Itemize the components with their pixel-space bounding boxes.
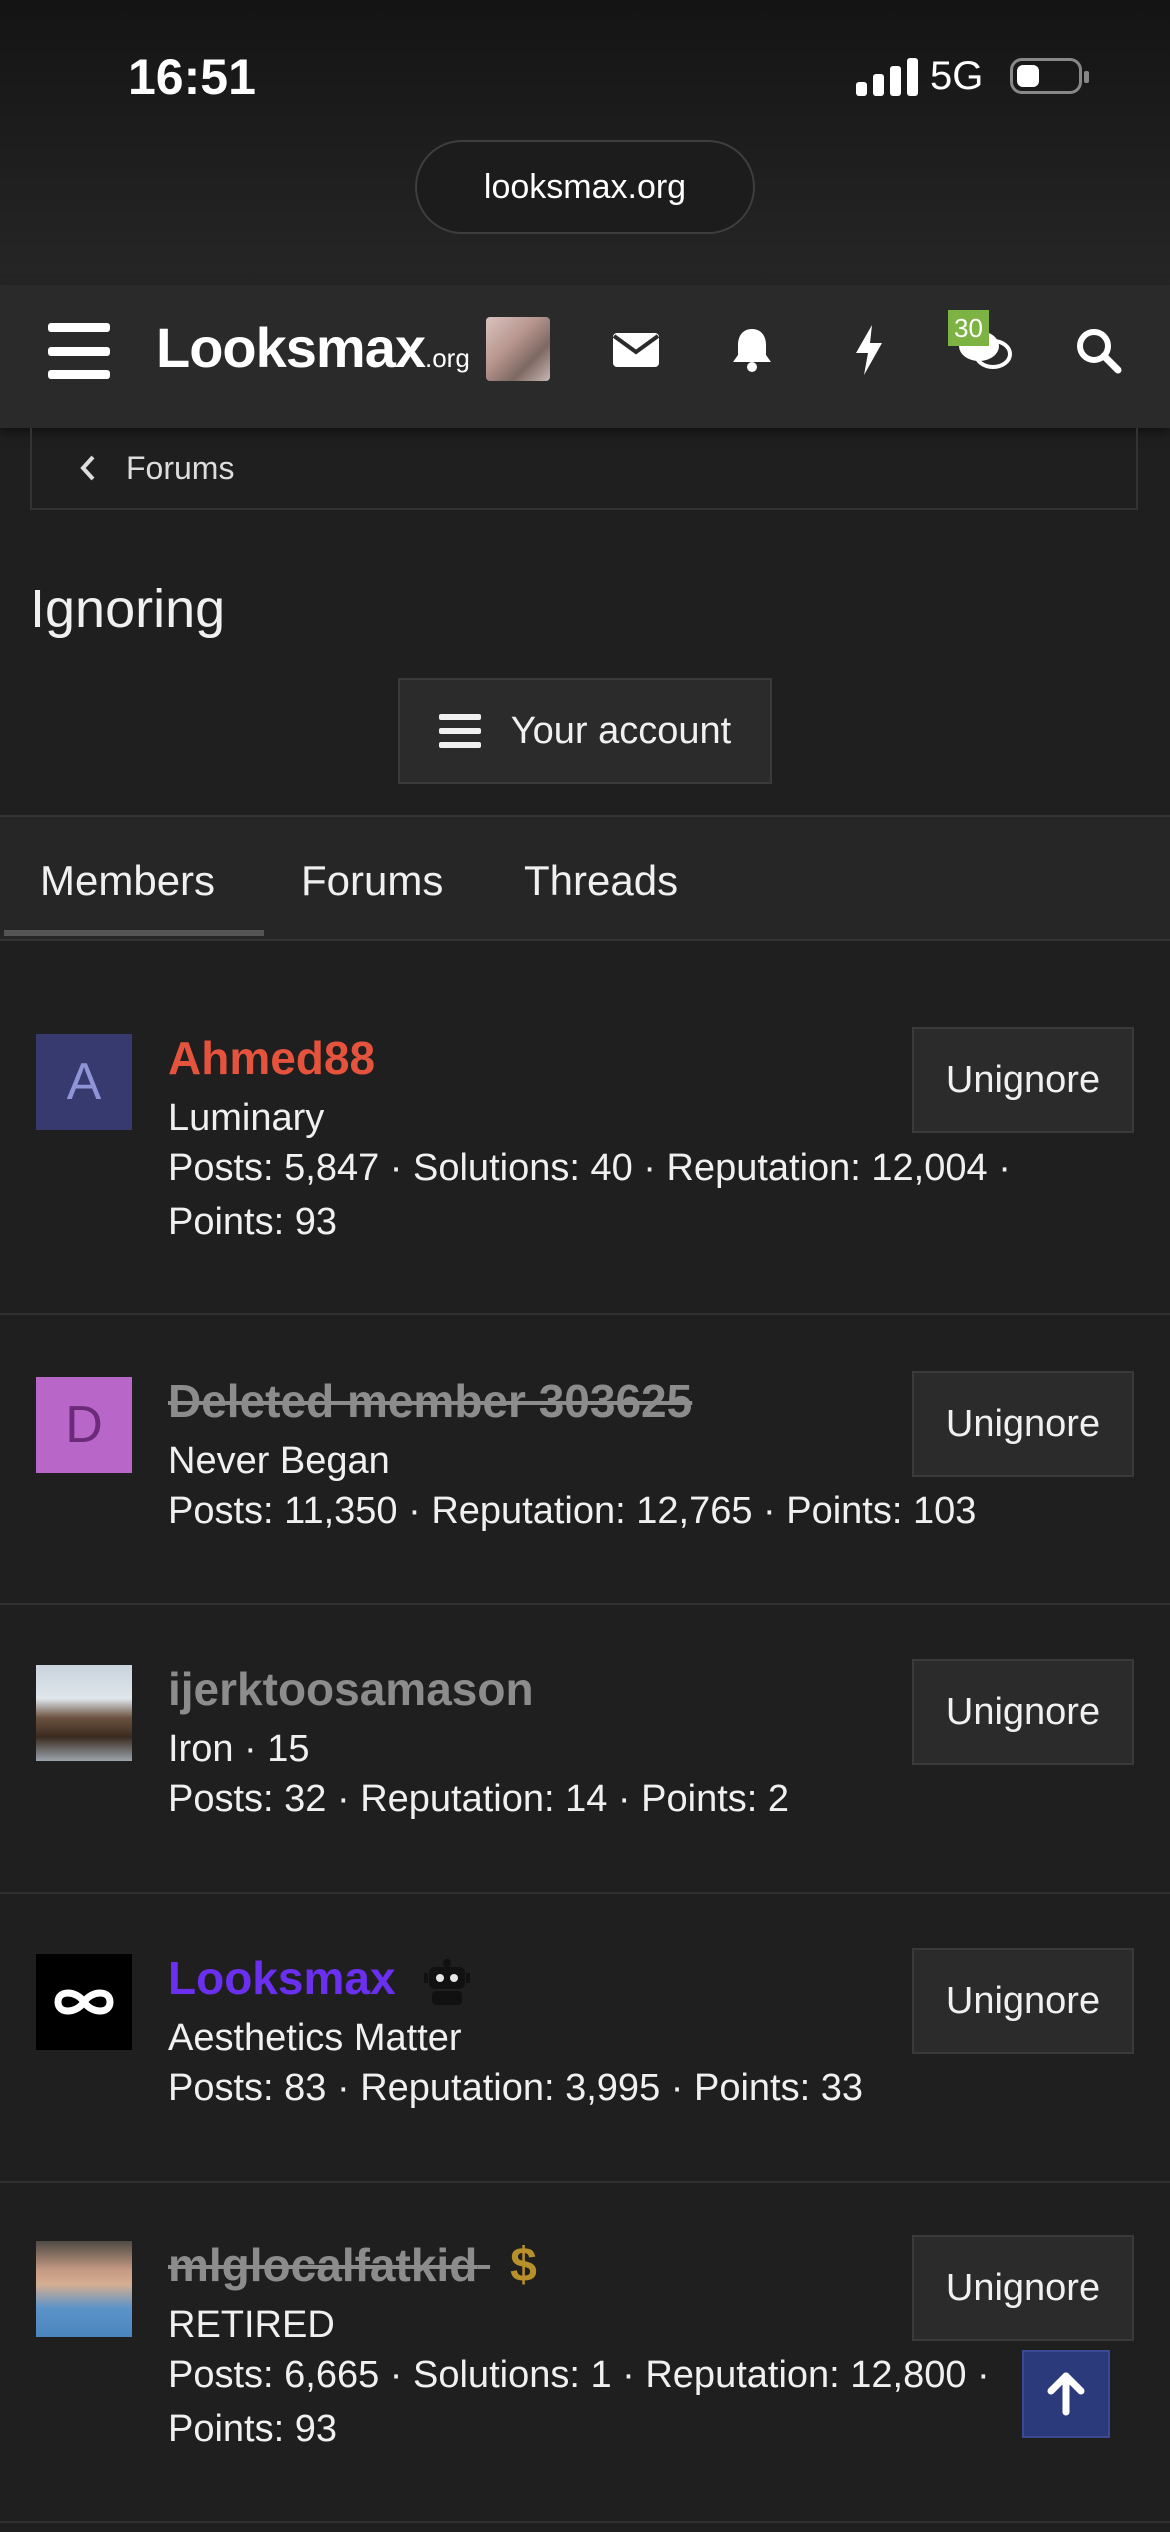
unignore-button[interactable]: Unignore (912, 1027, 1134, 1133)
list-item: A Ahmed88 Luminary Posts: 5,847 · Soluti… (0, 941, 1170, 1315)
network-label: 5G (930, 54, 984, 98)
robot-icon (424, 1958, 471, 2005)
mail-icon[interactable] (601, 315, 671, 385)
url-bar[interactable]: looksmax.org (415, 140, 755, 234)
list-item: ijerktoosamason Iron · 15 Posts: 32 · Re… (0, 1605, 1170, 1894)
username-text: mlglocalfatkid (168, 2239, 478, 2291)
user-title: RETIRED (168, 2304, 335, 2346)
dollar-icon: $ (510, 2239, 537, 2292)
user-stats: Posts: 32 · Reputation: 14 · Points: 2 (168, 1772, 1068, 1826)
user-title: Iron · 15 (168, 1728, 310, 1770)
stats-line: Posts: 5,847 · Solutions: 40 · Reputatio… (168, 1147, 1011, 1189)
bolt-icon[interactable] (834, 315, 904, 385)
avatar[interactable] (36, 1665, 132, 1761)
unignore-button[interactable]: Unignore (912, 1948, 1134, 2054)
username[interactable]: Deleted member 303625 (168, 1374, 692, 1428)
infinity-logo-icon (54, 1989, 114, 2015)
stats-line: Posts: 6,665 · Solutions: 1 · Reputation… (168, 2354, 990, 2396)
your-account-button[interactable]: Your account (398, 678, 772, 784)
user-stats: Posts: 11,350 · Reputation: 12,765 · Poi… (168, 1484, 1068, 1538)
menu-icon[interactable] (48, 323, 110, 379)
avatar[interactable]: A (36, 1034, 132, 1130)
username[interactable]: Looksmax (168, 1951, 472, 2005)
username[interactable]: Ahmed88 (168, 1031, 375, 1085)
active-tab-indicator (4, 930, 264, 936)
signal-icon (856, 58, 918, 96)
user-stats: Posts: 83 · Reputation: 3,995 · Points: … (168, 2061, 1068, 2115)
ignore-tabs: Members Forums Threads (0, 815, 1170, 941)
user-title: Never Began (168, 1440, 390, 1482)
status-time: 16:51 (128, 49, 256, 105)
username[interactable]: mlglocalfatkid $ (168, 2238, 537, 2293)
user-avatar[interactable] (486, 317, 550, 381)
username-text: Looksmax (168, 1952, 396, 2004)
breadcrumb-label: Forums (126, 449, 235, 486)
scroll-to-top-button[interactable] (1022, 2350, 1110, 2438)
stats-line: Posts: 83 · Reputation: 3,995 · Points: … (168, 2067, 863, 2109)
avatar[interactable] (36, 2241, 132, 2337)
tab-threads[interactable]: Threads (524, 857, 678, 905)
stats-line: Points: 93 (168, 1201, 337, 1243)
list-item: Looksmax Aesthetics Matter Posts: 83 · R… (0, 1894, 1170, 2183)
list-item: D Deleted member 303625 Never Began Post… (0, 1315, 1170, 1605)
logo-text: Looksmax (156, 316, 426, 379)
site-logo[interactable]: Looksmax.org (156, 315, 470, 380)
avatar[interactable]: D (36, 1377, 132, 1473)
avatar[interactable] (36, 1954, 132, 2050)
site-navbar: Looksmax.org (0, 285, 1170, 428)
battery-icon (1010, 58, 1089, 94)
chevron-left-icon (80, 455, 95, 481)
bell-icon[interactable] (717, 315, 787, 385)
user-stats: Posts: 5,847 · Solutions: 40 · Reputatio… (168, 1141, 1068, 1249)
search-icon[interactable] (1063, 315, 1133, 385)
unignore-button[interactable]: Unignore (912, 1659, 1134, 1765)
page-title: Ignoring (30, 579, 226, 639)
user-stats: Posts: 6,665 · Solutions: 1 · Reputation… (168, 2348, 1068, 2456)
tab-forums[interactable]: Forums (301, 857, 443, 905)
menu-icon (438, 714, 481, 748)
conversations-badge: 30 (948, 310, 989, 346)
browser-chrome: 16:51 5G looksmax.org (0, 0, 1170, 285)
username[interactable]: ijerktoosamason (168, 1662, 534, 1716)
stats-line: Posts: 11,350 · Reputation: 12,765 · Poi… (168, 1490, 977, 1532)
tab-members[interactable]: Members (40, 857, 215, 905)
user-title: Aesthetics Matter (168, 2017, 462, 2059)
unignore-button[interactable]: Unignore (912, 1371, 1134, 1477)
your-account-label: Your account (510, 709, 732, 752)
logo-suffix: .org (425, 343, 470, 373)
user-title: Luminary (168, 1097, 325, 1139)
arrow-up-icon (1047, 2372, 1085, 2416)
breadcrumb[interactable]: Forums (30, 428, 1138, 510)
stats-line: Points: 93 (168, 2408, 337, 2450)
unignore-button[interactable]: Unignore (912, 2235, 1134, 2341)
list-item: mlglocalfatkid $ RETIRED Posts: 6,665 · … (0, 2183, 1170, 2523)
stats-line: Posts: 32 · Reputation: 14 · Points: 2 (168, 1778, 790, 1820)
